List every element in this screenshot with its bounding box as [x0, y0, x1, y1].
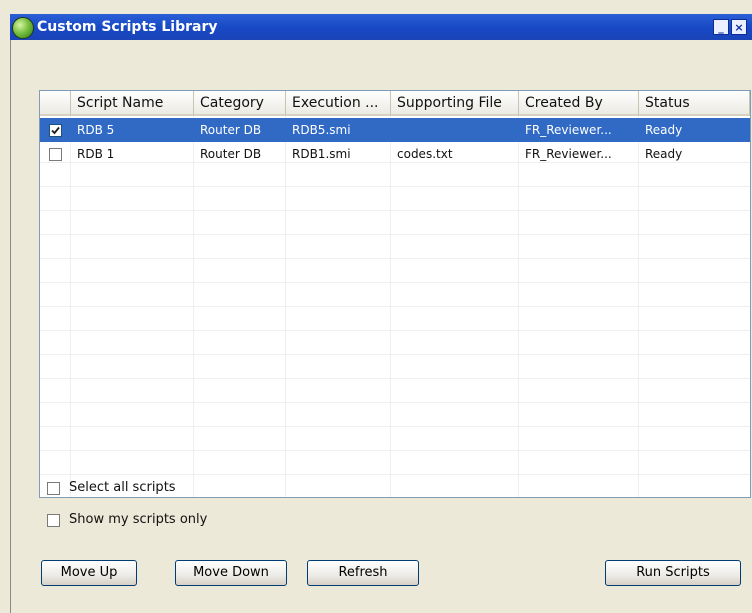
select-all-label[interactable]: Select all scripts — [69, 480, 176, 495]
select-all-checkbox[interactable] — [47, 482, 60, 495]
scripts-table[interactable]: Script Name Category Execution ... Suppo… — [39, 90, 751, 498]
table-row[interactable]: RDB 5 Router DB RDB5.smi FR_Reviewer... … — [40, 118, 750, 142]
cell-supporting-file: codes.txt — [397, 147, 453, 161]
move-up-button[interactable]: Move Up — [41, 560, 137, 586]
column-header-script-name[interactable]: Script Name — [71, 91, 194, 116]
checkmark-icon — [51, 126, 60, 135]
cell-supporting-file — [391, 118, 519, 142]
run-scripts-button[interactable]: Run Scripts — [605, 560, 741, 586]
cell-execution: RDB5.smi — [292, 123, 351, 137]
table-row[interactable]: RDB 1 Router DB RDB1.smi codes.txt FR_Re… — [40, 142, 750, 166]
column-header-checkbox[interactable] — [40, 91, 71, 116]
cell-script-name: RDB 5 — [77, 123, 115, 137]
cell-script-name: RDB 1 — [77, 147, 115, 161]
column-header-created-by[interactable]: Created By — [519, 91, 639, 116]
refresh-button[interactable]: Refresh — [307, 560, 419, 586]
show-mine-label[interactable]: Show my scripts only — [69, 512, 207, 527]
cell-category: Router DB — [200, 147, 262, 161]
minimize-button[interactable]: _ — [713, 19, 729, 35]
cell-status: Ready — [645, 147, 683, 161]
column-header-category[interactable]: Category — [194, 91, 286, 116]
cell-execution: RDB1.smi — [292, 147, 351, 161]
cell-created-by: FR_Reviewer... — [525, 123, 612, 137]
row-checkbox[interactable] — [49, 124, 62, 137]
cell-status: Ready — [645, 123, 683, 137]
show-mine-checkbox[interactable] — [47, 514, 60, 527]
dialog-body: Script Name Category Execution ... Suppo… — [10, 40, 752, 613]
app-globe-icon — [12, 17, 34, 39]
cell-category: Router DB — [200, 123, 262, 137]
move-down-button[interactable]: Move Down — [175, 560, 287, 586]
close-button[interactable]: × — [731, 19, 747, 35]
cell-created-by: FR_Reviewer... — [525, 147, 612, 161]
title-bar: Custom Scripts Library _ × — [10, 14, 752, 40]
column-header-status[interactable]: Status — [639, 91, 750, 116]
row-checkbox[interactable] — [49, 148, 62, 161]
window-title: Custom Scripts Library — [37, 19, 218, 35]
column-header-supporting-file[interactable]: Supporting File — [391, 91, 519, 116]
column-header-execution[interactable]: Execution ... — [286, 91, 391, 116]
